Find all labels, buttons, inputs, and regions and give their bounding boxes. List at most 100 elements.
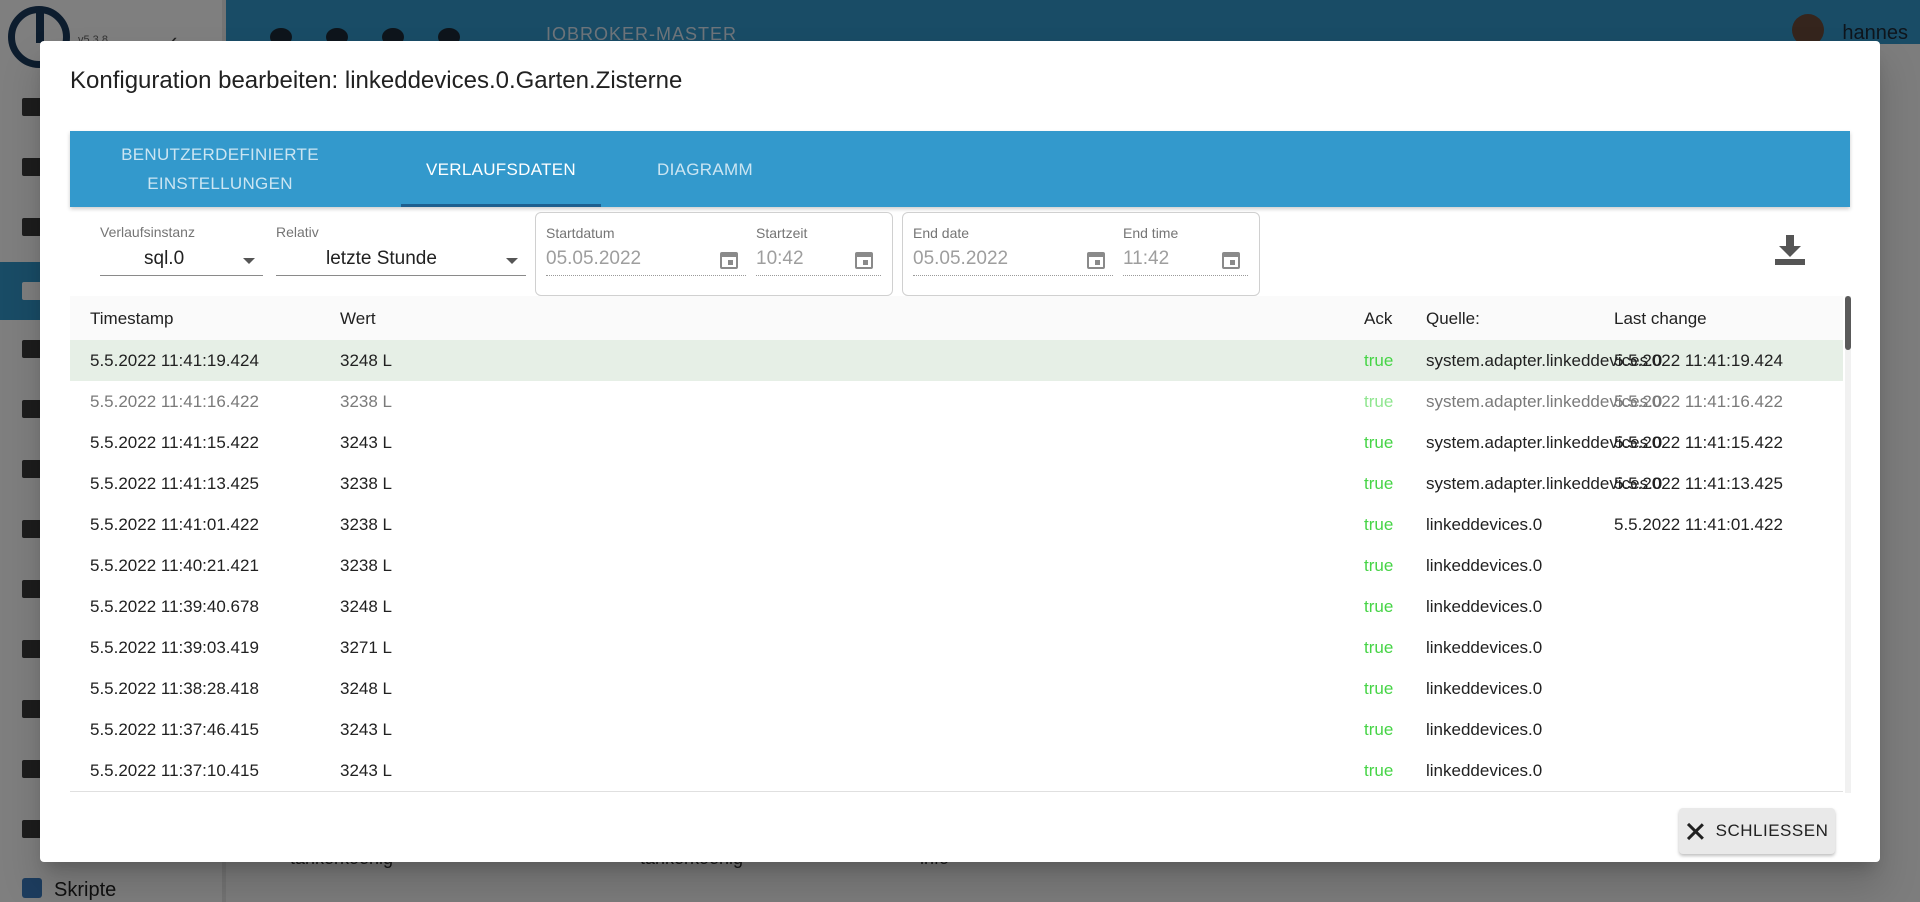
table-row[interactable]: 5.5.2022 11:41:13.425 3238 Ltrue system.ad… (70, 463, 1843, 505)
cell-last-change: 5.5.2022 11:41:19.424 (1614, 351, 1783, 370)
header-timestamp[interactable]: Timestamp (90, 309, 173, 329)
start-date-label: Startdatum (546, 225, 615, 241)
close-button-label: SCHLIESSEN (1715, 821, 1829, 840)
start-time-value: 10:42 (756, 248, 804, 269)
cell-timestamp: 5.5.2022 11:38:28.418 (90, 679, 259, 698)
cell-ack: true (1364, 474, 1394, 493)
relative-value: letzte Stunde (326, 248, 437, 269)
table-scrollbar[interactable] (1845, 296, 1851, 793)
cell-source: linkeddevices.0 (1426, 638, 1543, 657)
tab-bar: BENUTZERDEFINIERTE EINSTELLUNGEN VERLAUF… (70, 131, 1850, 207)
end-range-group: End date 05.05.2022 End time 11:42 (902, 212, 1260, 296)
table-row[interactable]: 5.5.2022 11:41:19.424 3248 Ltrue system.ad… (70, 340, 1843, 382)
tab-custom-settings[interactable]: BENUTZERDEFINIERTE EINSTELLUNGEN (100, 131, 340, 207)
cell-timestamp: 5.5.2022 11:41:19.424 (90, 351, 259, 370)
cell-source: linkeddevices.0 (1426, 720, 1543, 739)
close-button[interactable]: SCHLIESSEN (1679, 808, 1835, 854)
header-value[interactable]: Wert (340, 309, 376, 329)
table-row[interactable]: 5.5.2022 11:37:10.415 3243 L true linkeddev… (70, 750, 1843, 792)
dialog-title: Konfiguration bearbeiten: linkeddevices.… (70, 67, 683, 94)
end-date-label: End date (913, 225, 970, 241)
active-tab-indicator (401, 204, 601, 207)
cell-timestamp: 5.5.2022 11:39:03.419 (90, 638, 259, 657)
table-row[interactable]: 5.5.2022 11:39:03.419 3271 L true linkeddev… (70, 627, 1843, 669)
cell-value: 3248 L (340, 597, 392, 616)
cell-value: 3243 L (340, 433, 392, 452)
instance-select[interactable]: sql.0 (100, 245, 263, 276)
cell-ack: true (1364, 351, 1394, 370)
tab-label-line1: BENUTZERDEFINIERTE (121, 145, 319, 164)
cell-ack: true (1364, 515, 1394, 534)
table-header: Timestamp Wert Ack Quelle: Last change (70, 296, 1843, 341)
cell-ack: true (1364, 597, 1394, 616)
dropdown-arrow-icon (243, 258, 255, 264)
table-row[interactable]: 5.5.2022 11:41:16.422 3238 Ltrue system.ad… (70, 381, 1843, 423)
header-last-change[interactable]: Last change (1614, 309, 1707, 329)
calendar-icon[interactable] (1085, 247, 1107, 271)
table-row[interactable]: 5.5.2022 11:41:01.422 3238 L true linkeddev… (70, 504, 1843, 546)
download-tray (1775, 259, 1805, 265)
header-ack[interactable]: Ack (1364, 309, 1392, 329)
cell-ack: true (1364, 556, 1394, 575)
start-date-input[interactable]: 05.05.2022 (546, 245, 746, 276)
end-time-input[interactable]: 11:42 (1123, 245, 1248, 276)
end-date-input[interactable]: 05.05.2022 (913, 245, 1113, 276)
dropdown-arrow-icon (506, 258, 518, 264)
table-row[interactable]: 5.5.2022 11:38:28.418 3248 L true linkeddev… (70, 668, 1843, 710)
calendar-icon[interactable] (853, 247, 875, 271)
close-icon (1686, 822, 1704, 840)
cell-value: 3238 L (340, 556, 392, 575)
end-time-value: 11:42 (1123, 248, 1170, 269)
config-dialog: Konfiguration bearbeiten: linkeddevices.… (40, 41, 1880, 862)
cell-ack: true (1364, 720, 1394, 739)
cell-last-change: 5.5.2022 11:41:16.422 (1614, 392, 1783, 411)
cell-value: 3238 L (340, 392, 392, 411)
cell-last-change: 5.5.2022 11:41:15.422 (1614, 433, 1783, 452)
cell-last-change: 5.5.2022 11:41:01.422 (1614, 515, 1783, 534)
cell-source: linkeddevices.0 (1426, 515, 1543, 534)
cell-source: linkeddevices.0 (1426, 761, 1543, 780)
table-row[interactable]: 5.5.2022 11:40:21.421 3238 L true linkeddev… (70, 545, 1843, 587)
start-range-group: Startdatum 05.05.2022 Startzeit 10:42 (535, 212, 893, 296)
download-icon[interactable] (1774, 235, 1806, 267)
cell-timestamp: 5.5.2022 11:41:13.425 (90, 474, 259, 493)
cell-timestamp: 5.5.2022 11:41:01.422 (90, 515, 259, 534)
calendar-icon[interactable] (1220, 247, 1242, 271)
cell-source: linkeddevices.0 (1426, 597, 1543, 616)
end-date-value: 05.05.2022 (913, 248, 1009, 269)
cell-source: linkeddevices.0 (1426, 679, 1543, 698)
download-arrow-head (1779, 246, 1801, 257)
cell-timestamp: 5.5.2022 11:39:40.678 (90, 597, 259, 616)
relative-label: Relativ (276, 224, 319, 240)
start-time-input[interactable]: 10:42 (756, 245, 881, 276)
table-row[interactable]: 5.5.2022 11:39:40.678 3248 L true linkeddev… (70, 586, 1843, 628)
table-row[interactable]: 5.5.2022 11:37:46.415 3243 L true linkeddev… (70, 709, 1843, 751)
cell-ack: true (1364, 638, 1394, 657)
cell-value: 3243 L (340, 720, 392, 739)
cell-value: 3238 L (340, 474, 392, 493)
table-row[interactable]: 5.5.2022 11:41:15.422 3243 Ltrue system.ad… (70, 422, 1843, 464)
cell-timestamp: 5.5.2022 11:40:21.421 (90, 556, 259, 575)
instance-label: Verlaufsinstanz (100, 224, 195, 240)
cell-timestamp: 5.5.2022 11:37:10.415 (90, 761, 259, 780)
tab-history[interactable]: VERLAUFSDATEN (401, 131, 601, 207)
tab-chart[interactable]: DIAGRAMM (630, 131, 780, 207)
header-source[interactable]: Quelle: (1426, 309, 1480, 329)
cell-value: 3271 L (340, 638, 392, 657)
calendar-icon[interactable] (718, 247, 740, 271)
start-time-label: Startzeit (756, 225, 808, 241)
history-table[interactable]: Timestamp Wert Ack Quelle: Last change 5… (70, 296, 1843, 793)
cell-source: linkeddevices.0 (1426, 556, 1543, 575)
relative-select[interactable]: letzte Stunde (276, 245, 526, 276)
end-time-label: End time (1123, 225, 1179, 241)
tab-label-line2: EINSTELLUNGEN (147, 174, 293, 193)
cell-ack: true (1364, 392, 1394, 411)
cell-ack: true (1364, 679, 1394, 698)
scrollbar-thumb[interactable] (1845, 296, 1851, 350)
cell-value: 3248 L (340, 679, 392, 698)
cell-ack: true (1364, 433, 1394, 452)
cell-value: 3248 L (340, 351, 392, 370)
cell-ack: true (1364, 761, 1394, 780)
cell-timestamp: 5.5.2022 11:41:16.422 (90, 392, 259, 411)
cell-value: 3238 L (340, 515, 392, 534)
